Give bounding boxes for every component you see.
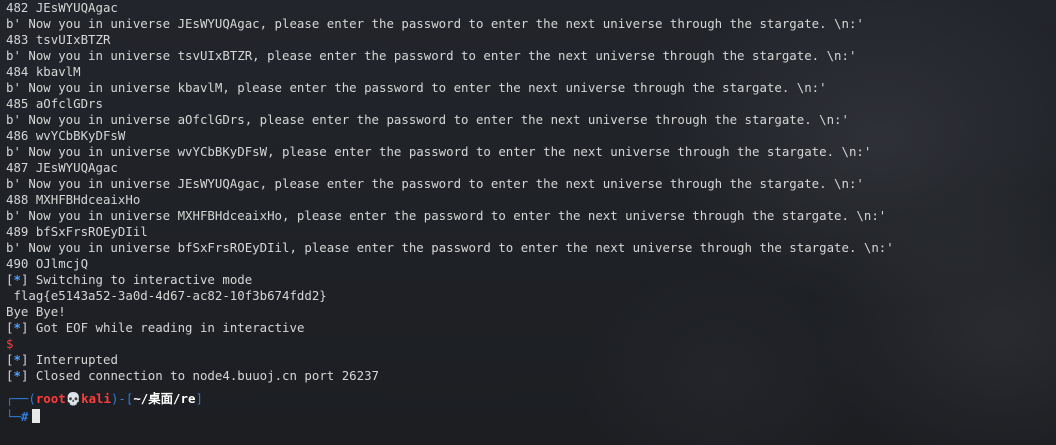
status-line-interrupted: [*] Interrupted [6,352,118,367]
status-star-icon: * [13,272,21,287]
shell-prompt-header: ┌──(root💀kali)-[~/桌面/re] [6,391,203,406]
output-line: 488 MXHFBHdceaixHo [6,192,141,207]
status-line-eof: [*] Got EOF while reading in interactive [6,320,305,335]
status-star-icon: * [13,368,21,383]
output-line: b' Now you in universe JEsWYUQAgac, plea… [6,176,864,191]
bye-line: Bye Bye! [6,304,66,319]
output-line: 482 JEsWYUQAgac [6,0,118,15]
status-star-icon: * [13,352,21,367]
output-line: 486 wvYCbBKyDFsW [6,128,126,143]
output-line: b' Now you in universe MXHFBHdceaixHo, p… [6,208,887,223]
prompt-user-host: root💀kali [35,391,111,406]
output-line: 483 tsvUIxBTZR [6,32,111,47]
prompt-hash: # [20,409,29,424]
flag-line: flag{e5143a52-3a0d-4d67-ac82-10f3b674fdd… [6,288,327,303]
output-line: 485 aOfclGDrs [6,96,103,111]
output-line: 489 bfSxFrsROEyDIil [6,224,148,239]
terminal-window[interactable]: 482 JEsWYUQAgac b' Now you in universe J… [0,0,1056,445]
output-line: b' Now you in universe tsvUIxBTZR, pleas… [6,48,857,63]
text-cursor[interactable] [32,409,41,423]
dollar-prompt: $ [6,336,14,351]
prompt-path: ~/桌面/re [133,391,196,406]
output-line: 487 JEsWYUQAgac [6,160,118,175]
output-line: b' Now you in universe kbavlM, please en… [6,80,827,95]
output-line: 490 OJlmcjQ [6,256,89,271]
output-line: b' Now you in universe JEsWYUQAgac, plea… [6,16,864,31]
output-line: 484 kbavlM [6,64,81,79]
shell-prompt-input[interactable]: └─# [6,408,1056,426]
output-line: b' Now you in universe bfSxFrsROEyDIil, … [6,240,894,255]
output-line: b' Now you in universe aOfclGDrs, please… [6,112,849,127]
status-line-closed: [*] Closed connection to node4.buuoj.cn … [6,368,380,383]
output-line: b' Now you in universe wvYCbBKyDFsW, ple… [6,144,872,159]
terminal-output: 482 JEsWYUQAgac b' Now you in universe J… [6,0,1056,426]
status-star-icon: * [13,320,21,335]
status-line-switching: [*] Switching to interactive mode [6,272,253,287]
